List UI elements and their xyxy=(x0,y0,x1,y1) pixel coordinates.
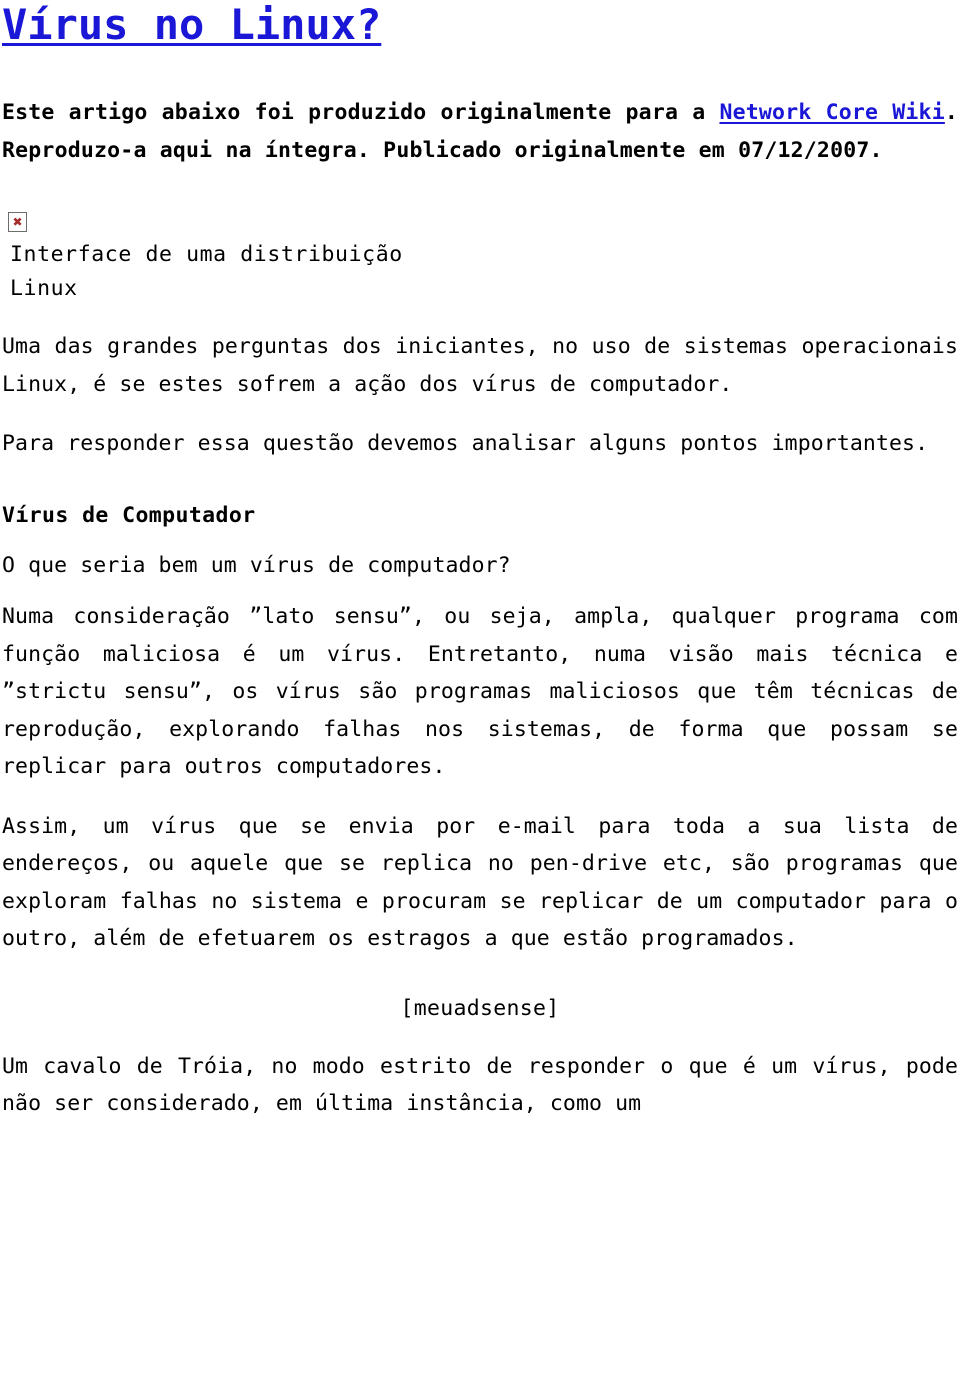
paragraph-virus-definition: Numa consideração ”lato sensu”, ou seja,… xyxy=(2,604,958,779)
page-title[interactable]: Vírus no Linux? xyxy=(0,0,960,50)
attribution-text-before-link: Este artigo abaixo foi produzido origina… xyxy=(2,100,720,125)
paragraph-virus-examples: Assim, um vírus que se envia por e-mail … xyxy=(2,813,958,952)
broken-image-icon[interactable] xyxy=(8,212,27,232)
article-attribution-paragraph: Este artigo abaixo foi produzido origina… xyxy=(0,94,960,170)
document-page: Vírus no Linux? Este artigo abaixo foi p… xyxy=(0,0,960,1123)
figure-caption: Interface de uma distribuição Linux xyxy=(10,242,403,301)
paragraph-virus-question: O que seria bem um vírus de computador? xyxy=(2,552,511,578)
paragraph-intro-2: Para responder essa questão devemos anal… xyxy=(2,431,929,456)
network-core-wiki-link[interactable]: Network Core Wiki xyxy=(719,100,944,125)
figure-block: Interface de uma distribuição Linux xyxy=(0,212,960,306)
paragraph-trojan-horse: Um cavalo de Tróia, no modo estrito de r… xyxy=(2,1053,958,1117)
paragraph-intro-1: Uma das grandes perguntas dos iniciantes… xyxy=(2,334,958,397)
section-heading-virus-de-computador: Vírus de Computador xyxy=(2,502,256,528)
ad-slot-placeholder: [meuadsense] xyxy=(400,995,560,1021)
